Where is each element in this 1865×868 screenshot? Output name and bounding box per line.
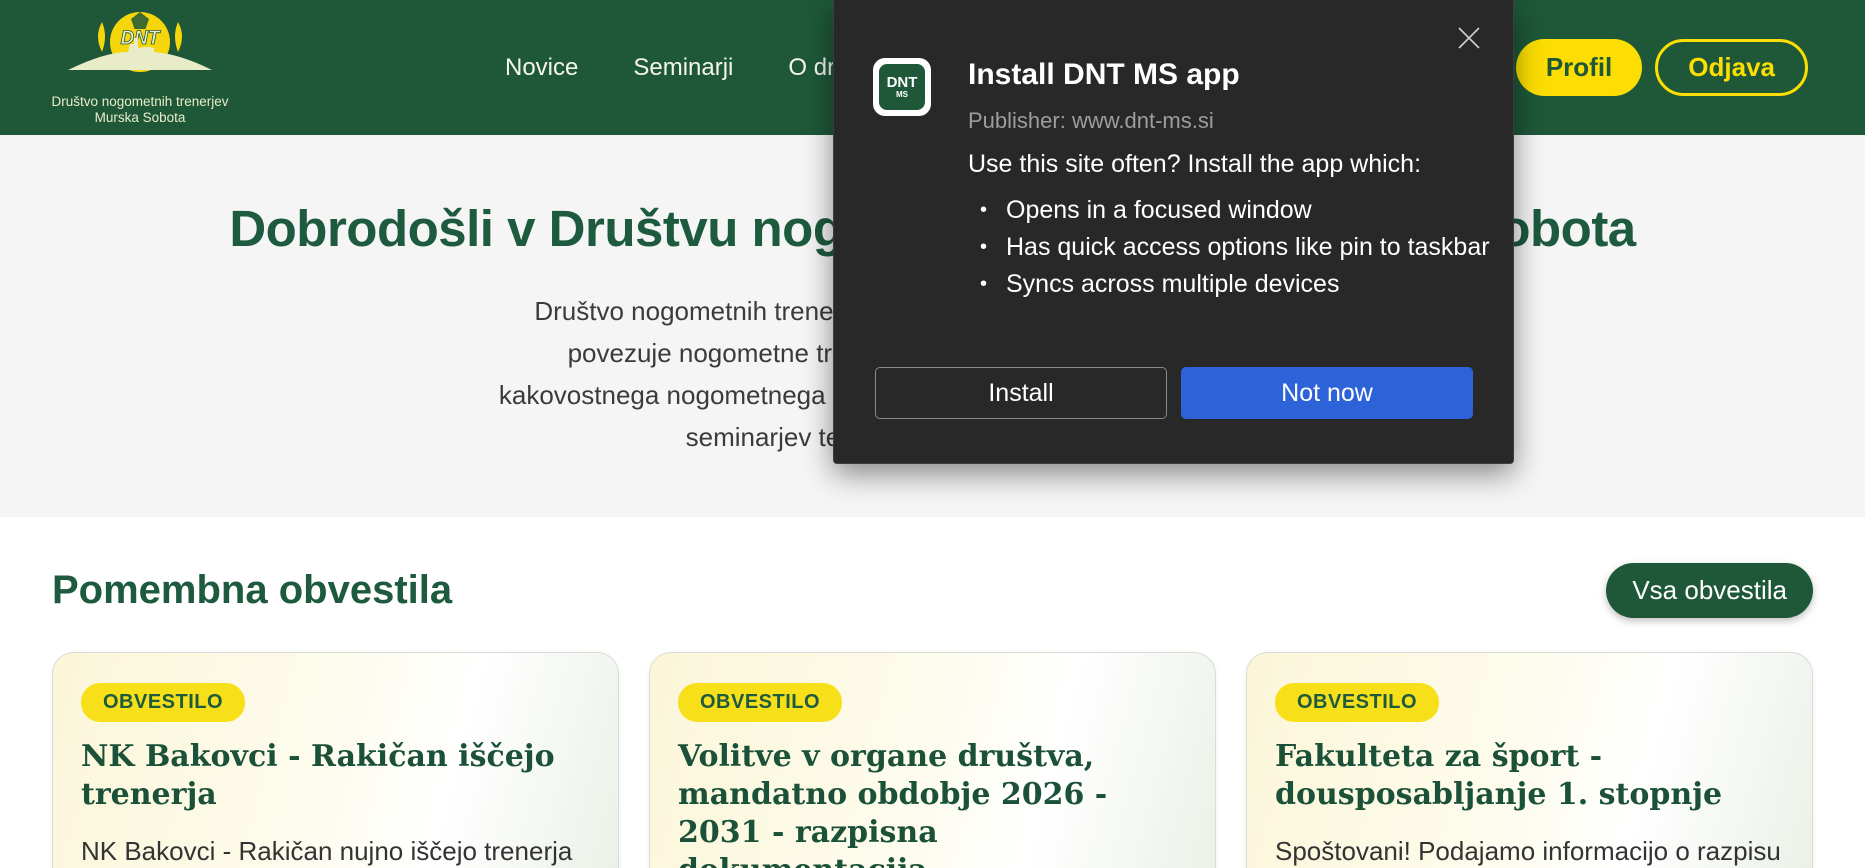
announcement-cards: OBVESTILO NK Bakovci - Rakičan iščejo tr… [52, 652, 1813, 868]
announcement-card[interactable]: OBVESTILO Fakulteta za šport - dousposab… [1246, 652, 1813, 868]
announcement-body: NK Bakovci - Rakičan nujno iščejo trener… [81, 836, 573, 866]
dialog-publisher: Publisher: www.dnt-ms.si [968, 108, 1214, 133]
app-icon-sub: MS [896, 90, 908, 99]
announcements-section: Pomembna obvestila Vsa obvestila OBVESTI… [0, 517, 1865, 868]
close-icon [1458, 27, 1480, 49]
announcement-card[interactable]: OBVESTILO Volitve v organe društva, mand… [649, 652, 1216, 868]
dialog-close-button[interactable] [1451, 20, 1487, 56]
dialog-benefit-item: • Syncs across multiple devices [980, 268, 1515, 301]
logo-text-line2: Murska Sobota [94, 110, 186, 125]
dialog-title: Install DNT MS app [968, 58, 1240, 91]
announcements-heading: Pomembna obvestila [52, 568, 453, 612]
dialog-benefit-text: Opens in a focused window [1006, 196, 1312, 224]
nav-item-novice[interactable]: Novice [505, 54, 578, 82]
announcement-title: Fakulteta za šport - dousposabljanje 1. … [1275, 739, 1723, 812]
dialog-buttons: Install Not now [875, 367, 1473, 419]
page: DNT Društvo nogometnih trenerjev Murska … [0, 0, 1865, 868]
announcements-header: Pomembna obvestila Vsa obvestila [52, 563, 1813, 618]
announcement-badge: OBVESTILO [678, 683, 843, 722]
bullet-icon: • [980, 236, 988, 258]
install-app-dialog: DNT MS Install DNT MS app Publisher: www… [833, 0, 1514, 464]
nav-item-seminarji[interactable]: Seminarji [633, 54, 733, 82]
svg-text:DNT: DNT [120, 28, 160, 49]
dnt-logo-emblem: DNT [68, 12, 212, 72]
app-icon-abbr: DNT [886, 74, 918, 91]
dialog-benefit-text: Syncs across multiple devices [1006, 270, 1340, 298]
dialog-benefit-item: • Has quick access options like pin to t… [980, 231, 1515, 264]
dialog-benefit-text: Has quick access options like pin to tas… [1006, 233, 1490, 261]
logo-text-line1: Društvo nogometnih trenerjev [51, 94, 229, 109]
not-now-button[interactable]: Not now [1181, 367, 1473, 419]
announcement-title: Volitve v organe društva, mandatno obdob… [678, 739, 1108, 868]
announcement-badge: OBVESTILO [1275, 683, 1440, 722]
bullet-icon: • [980, 273, 988, 295]
profile-button[interactable]: Profil [1515, 39, 1643, 96]
announcement-title: NK Bakovci - Rakičan iščejo trenerja [81, 739, 555, 812]
announcement-card[interactable]: OBVESTILO NK Bakovci - Rakičan iščejo tr… [52, 652, 619, 868]
dialog-prompt: Use this site often? Install the app whi… [968, 150, 1422, 178]
announcement-body: Spoštovani! Podajamo informacijo o razpi… [1275, 836, 1781, 866]
install-button[interactable]: Install [875, 367, 1167, 419]
dnt-ms-app-icon: DNT MS [873, 58, 931, 116]
dialog-benefit-list: • Opens in a focused window • Has quick … [980, 194, 1515, 305]
bullet-icon: • [980, 199, 988, 221]
dnt-ms-app-icon-inner: DNT MS [879, 64, 925, 110]
site-logo[interactable]: DNT Društvo nogometnih trenerjev Murska … [50, 8, 230, 126]
all-announcements-button[interactable]: Vsa obvestila [1606, 563, 1813, 618]
announcement-badge: OBVESTILO [81, 683, 246, 722]
logout-button[interactable]: Odjava [1655, 39, 1808, 96]
dialog-benefit-item: • Opens in a focused window [980, 194, 1515, 227]
